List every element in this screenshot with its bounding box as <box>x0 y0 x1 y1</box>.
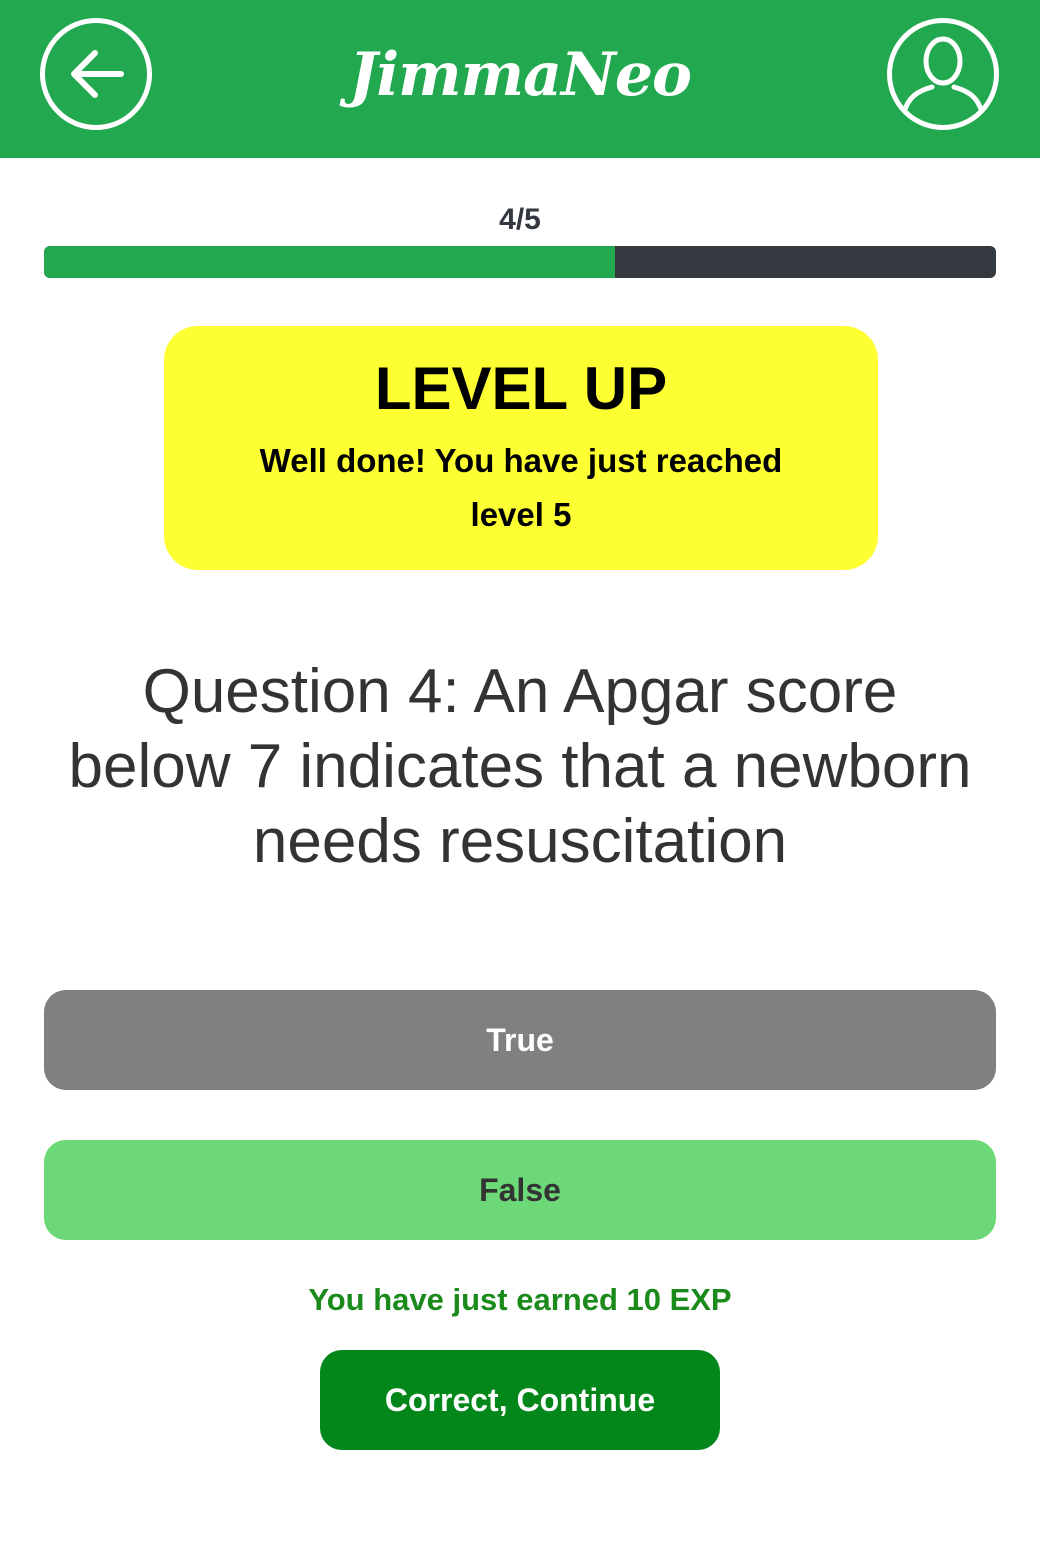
back-button[interactable] <box>40 18 152 130</box>
answer-true-button[interactable]: True <box>44 990 996 1090</box>
answer-label: False <box>479 1171 561 1208</box>
question-text: Question 4: An Apgar score below 7 indic… <box>68 657 972 876</box>
answer-false-button[interactable]: False <box>44 1140 996 1240</box>
level-up-banner: LEVEL UP Well done! You have just reache… <box>164 326 878 570</box>
continue-button[interactable]: Correct, Continue <box>320 1350 720 1450</box>
arrow-left-icon <box>71 50 124 98</box>
quiz-screen: JimmaNeo 4/5 LEVEL UP Well done! You hav… <box>0 0 1040 1566</box>
exp-earned-message: You have just earned 10 EXP <box>308 1282 732 1317</box>
answer-label: True <box>486 1021 554 1058</box>
progress-label: 4/5 <box>499 203 541 236</box>
top-app-bar: JimmaNeo <box>0 0 1040 158</box>
level-up-message: Well done! You have just reached level 5 <box>259 442 783 533</box>
progress-bar-fill <box>44 246 616 278</box>
continue-button-label: Correct, Continue <box>384 1381 656 1418</box>
profile-button[interactable] <box>887 18 999 130</box>
level-up-title: LEVEL UP <box>374 355 668 422</box>
user-silhouette-icon <box>899 36 987 125</box>
app-title: JimmaNeo <box>348 40 692 110</box>
progress-bar <box>44 246 996 278</box>
